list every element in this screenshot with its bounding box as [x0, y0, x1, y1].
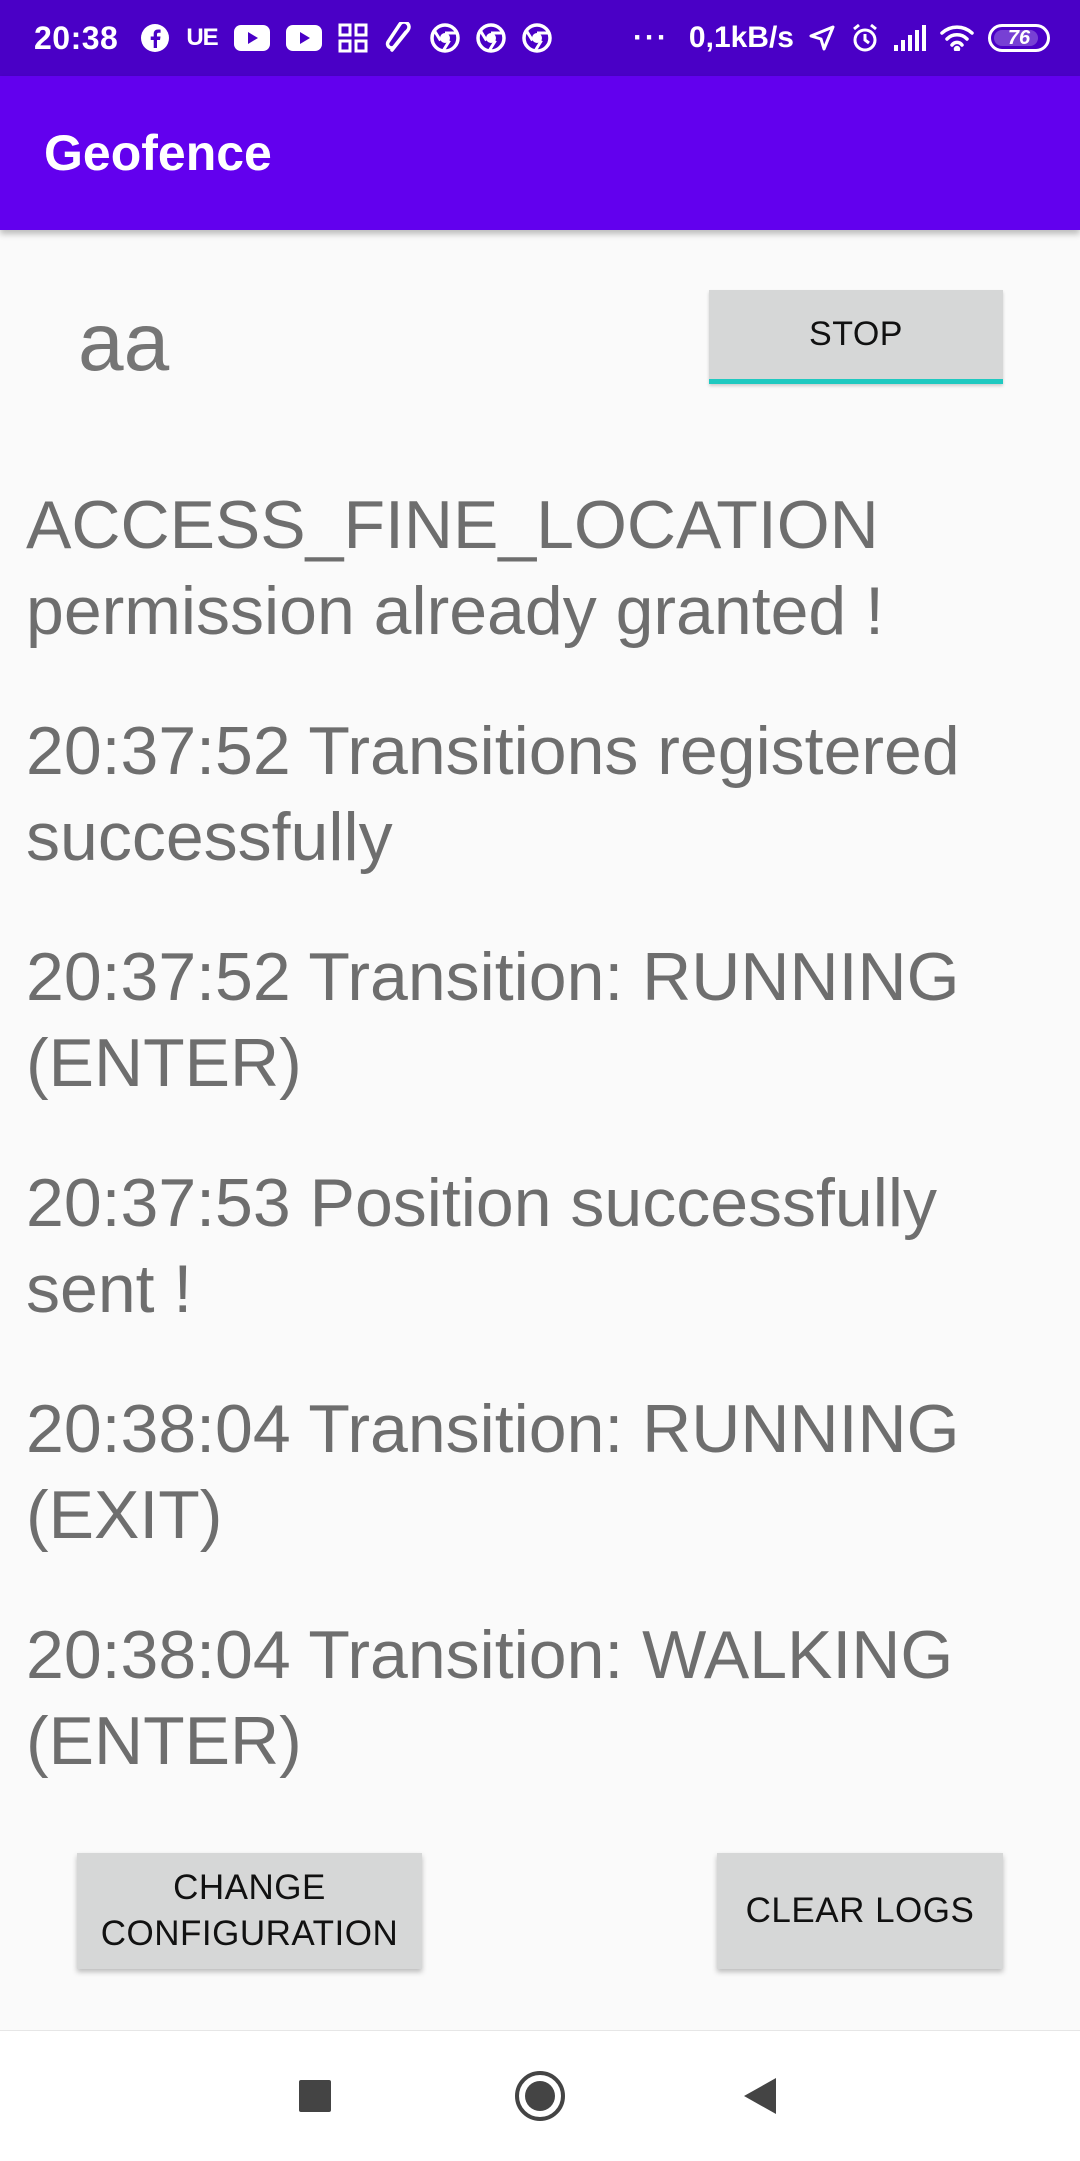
- location-arrow-icon: [808, 24, 836, 52]
- app-bar: Geofence: [0, 76, 1080, 230]
- log-entry: ACCESS_FINE_LOCATION permission already …: [26, 487, 885, 649]
- notification-icons: UE: [140, 22, 552, 54]
- paperclip-icon: [384, 22, 414, 54]
- chrome-icon: [429, 23, 460, 53]
- youtube-icon: [233, 25, 270, 51]
- chrome-icon: [521, 23, 552, 53]
- log-list: ACCESS_FINE_LOCATION permission already …: [26, 482, 1056, 1838]
- signal-icon: [894, 25, 926, 51]
- more-dots-icon: ···: [632, 21, 669, 54]
- network-speed: 0,1kB/s: [688, 21, 794, 54]
- navigation-bar: [0, 2030, 1080, 2161]
- log-entry: 20:37:52 Transitions registered successf…: [26, 713, 960, 875]
- battery-icon: 76: [988, 24, 1050, 52]
- home-circle-icon[interactable]: [505, 2031, 575, 2161]
- carrier-badge: UE: [186, 24, 218, 51]
- activity-status-label: aa: [78, 297, 170, 388]
- alarm-icon: [850, 23, 880, 53]
- page-title: Geofence: [44, 125, 272, 181]
- apps-icon: [338, 23, 368, 53]
- change-configuration-label-line1: CHANGE: [173, 1868, 326, 1907]
- stop-button[interactable]: STOP: [709, 290, 1003, 384]
- back-triangle-icon[interactable]: [725, 2031, 795, 2161]
- log-entry: 20:38:04 Transition: WALKING (ENTER): [26, 1617, 954, 1779]
- facebook-icon: [140, 23, 170, 53]
- status-time: 20:38: [34, 19, 119, 56]
- recents-square-icon[interactable]: [280, 2031, 350, 2161]
- system-status-icons: ··· 0,1kB/s 76: [633, 21, 1050, 55]
- chrome-icon: [475, 23, 506, 53]
- log-entry: 20:38:04 Transition: RUNNING (EXIT): [26, 1391, 960, 1553]
- log-entry: 20:37:53 Position successfully sent !: [26, 1165, 937, 1327]
- youtube-icon: [285, 25, 322, 51]
- wifi-icon: [940, 25, 974, 51]
- status-bar: 20:38 UE ··· 0,1kB/s 76: [0, 0, 1080, 76]
- clear-logs-button[interactable]: CLEAR LOGS: [717, 1853, 1003, 1969]
- change-configuration-label-line2: CONFIGURATION: [100, 1914, 399, 1953]
- change-configuration-button[interactable]: CHANGE CONFIGURATION: [77, 1853, 422, 1969]
- log-entry: 20:37:52 Transition: RUNNING (ENTER): [26, 939, 960, 1101]
